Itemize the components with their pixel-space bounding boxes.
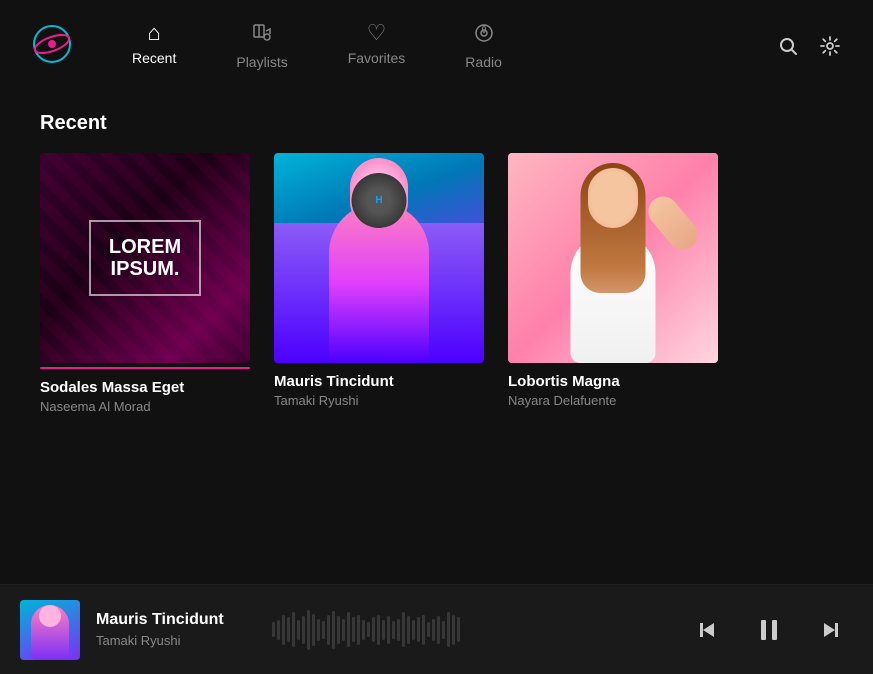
waveform-bars [272,605,460,655]
waveform-bar [422,615,425,645]
waveform-bar [427,622,430,637]
waveform-bar [397,619,400,641]
waveform-bar [402,612,405,647]
home-icon: ⌂ [148,22,161,44]
main-content: Recent LOREM IPSUM. Sodales Massa Eget N… [0,92,873,584]
waveform-bar [417,617,420,642]
player-thumb-art [20,600,80,660]
waveform-bar [357,615,360,645]
radio-icon [473,22,495,48]
tab-recent-label: Recent [132,50,176,66]
player-bar: Mauris Tincidunt Tamaki Ryushi [0,584,873,674]
waveform-bar [307,610,310,650]
waveform-bar [317,619,320,641]
card-2-artist: Tamaki Ryushi [274,393,484,408]
waveform-bar [302,616,305,644]
waveform-bar [412,620,415,640]
card-2[interactable]: H Mauris Tincidunt Tamaki Ryushi [274,153,484,414]
player-info: Mauris Tincidunt Tamaki Ryushi [96,611,256,648]
waveform-bar [352,617,355,642]
heart-icon: ♡ [367,22,387,44]
waveform-bar [432,619,435,641]
header: ⌂ Recent Playlists ♡ Favorites [0,0,873,92]
waveform-bar [332,611,335,649]
card-1[interactable]: LOREM IPSUM. Sodales Massa Eget Naseema … [40,153,250,414]
card-3-artist: Nayara Delafuente [508,393,718,408]
search-button[interactable] [777,35,799,57]
waveform-bar [277,620,280,640]
card-1-title: Sodales Massa Eget [40,379,250,396]
settings-button[interactable] [819,35,841,57]
waveform-bar [362,620,365,640]
waveform-bar [342,619,345,641]
waveform-bar [297,620,300,640]
player-controls [685,608,853,652]
waveform-bar [392,621,395,639]
tab-playlists[interactable]: Playlists [226,18,297,74]
card-2-title: Mauris Tincidunt [274,373,484,390]
waveform-bar [437,616,440,644]
card-1-image: LOREM IPSUM. [40,153,250,363]
waveform-bar [387,616,390,644]
waveform-bar [292,612,295,647]
waveform-bar [442,621,445,639]
card-3-image [508,153,718,363]
app-logo [32,24,82,69]
waveform-bar [272,622,275,637]
player-thumbnail [20,600,80,660]
player-track-title: Mauris Tincidunt [96,611,256,629]
header-actions [777,35,841,57]
waveform-bar [377,615,380,645]
waveform-bar [457,617,460,642]
card-1-artist: Naseema Al Morad [40,399,250,414]
waveform-bar [372,617,375,642]
player-track-artist: Tamaki Ryushi [96,633,256,648]
card-1-progress [40,367,250,369]
next-button[interactable] [809,608,853,652]
player-waveform [272,605,669,655]
waveform-bar [452,615,455,645]
waveform-bar [327,615,330,645]
card-3[interactable]: Lobortis Magna Nayara Delafuente [508,153,718,414]
waveform-bar [382,620,385,640]
cards-row: LOREM IPSUM. Sodales Massa Eget Naseema … [40,153,833,414]
tab-radio[interactable]: Radio [455,18,512,74]
tab-playlists-label: Playlists [236,54,287,70]
section-title: Recent [40,112,833,135]
waveform-bar [347,612,350,647]
tab-favorites-label: Favorites [348,50,406,66]
tab-favorites[interactable]: ♡ Favorites [338,18,416,74]
waveform-bar [322,621,325,639]
tab-recent[interactable]: ⌂ Recent [122,18,186,74]
tab-radio-label: Radio [465,54,502,70]
lorem-box: LOREM IPSUM. [89,220,201,296]
prev-button[interactable] [685,608,729,652]
waveform-bar [287,617,290,642]
waveform-bar [282,615,285,645]
waveform-bar [367,622,370,637]
pause-button[interactable] [747,608,791,652]
waveform-bar [407,616,410,644]
waveform-bar [337,616,340,644]
nav-tabs: ⌂ Recent Playlists ♡ Favorites [122,18,737,74]
playlist-icon [251,22,273,48]
card-2-image: H [274,153,484,363]
card-3-title: Lobortis Magna [508,373,718,390]
waveform-bar [312,614,315,646]
waveform-bar [447,612,450,647]
